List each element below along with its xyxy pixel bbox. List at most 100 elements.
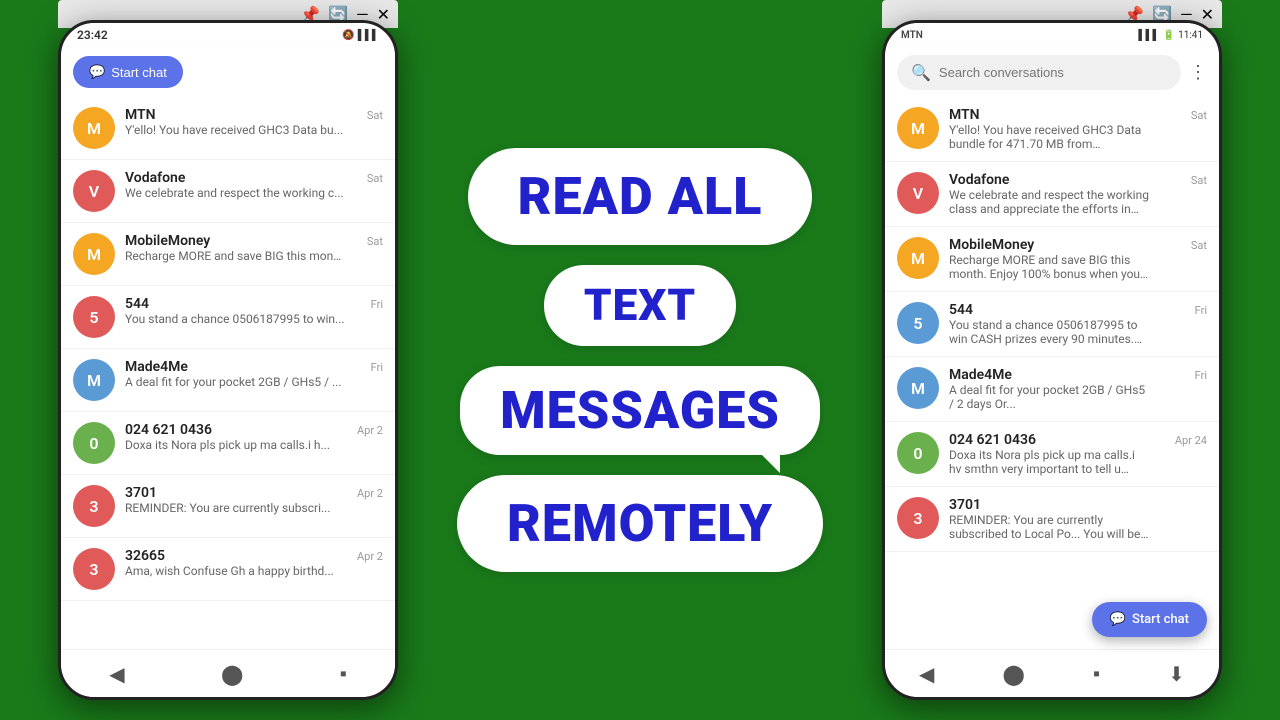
conv-preview-024-right: Doxa its Nora pls pick up ma calls.i hv …	[949, 448, 1149, 476]
conv-preview-32665-left: Ama, wish Confuse Gh a happy birthd...	[125, 564, 345, 578]
conv-name-544-left: 544	[125, 296, 149, 312]
overlay-text: TEXT	[584, 279, 696, 331]
conv-preview-mobilemoney-left: Recharge MORE and save BIG this mont...	[125, 249, 345, 263]
conv-name-mtn-right: MTN	[949, 107, 980, 123]
conv-preview-544-right: You stand a chance 0506187995 to win CAS…	[949, 318, 1149, 346]
left-phone-screen: 23:42 🔕 ▌▌▌ 💬 Start chat M MTN Sat	[61, 23, 395, 697]
left-bottom-nav: ◀ ⬤ ▪	[61, 649, 395, 697]
signal-icon: ▌▌▌	[358, 30, 379, 41]
recent-btn-right[interactable]: ▪	[1085, 653, 1108, 694]
conv-item-024-right[interactable]: 0 024 621 0436 Apr 24 Doxa its Nora pls …	[885, 422, 1219, 487]
conv-content-3701-right: 3701 REMINDER: You are currently subscri…	[949, 497, 1207, 541]
start-chat-fab[interactable]: 💬 Start chat	[1092, 602, 1207, 637]
right-phone: MTN ▌▌▌ 🔋 11:41 🔍 ⋮ M MTN Sat	[882, 20, 1222, 700]
avatar-vodafone-right: V	[897, 172, 939, 214]
conv-item-3701-left[interactable]: 3 3701 Apr 2 REMINDER: You are currently…	[61, 475, 395, 538]
chat-icon-left: 💬	[89, 64, 105, 80]
conv-name-mobilemoney-left: MobileMoney	[125, 233, 210, 249]
conv-item-mtn-right[interactable]: M MTN Sat Y'ello! You have received GHC3…	[885, 97, 1219, 162]
conv-content-3701-left: 3701 Apr 2 REMINDER: You are currently s…	[125, 485, 383, 515]
conv-preview-made4me-left: A deal fit for your pocket 2GB / GHs5 / …	[125, 375, 345, 389]
overlay-remotely: REMOTELY	[507, 493, 773, 554]
conv-item-024-left[interactable]: 0 024 621 0436 Apr 2 Doxa its Nora pls p…	[61, 412, 395, 475]
center-overlay: READ ALL TEXT MESSAGES REMOTELY	[415, 0, 865, 720]
conv-item-made4me-right[interactable]: M Made4Me Fri A deal fit for your pocket…	[885, 357, 1219, 422]
avatar-3701-right: 3	[897, 497, 939, 539]
remotely-bubble: REMOTELY	[457, 475, 823, 572]
avatar-024-right: 0	[897, 432, 939, 474]
menu-btn-right[interactable]: ⬇	[1160, 654, 1193, 694]
back-btn-left[interactable]: ◀	[101, 654, 132, 694]
overlay-messages: MESSAGES	[500, 380, 780, 441]
conv-content-024-right: 024 621 0436 Apr 24 Doxa its Nora pls pi…	[949, 432, 1207, 476]
right-conversation-list: M MTN Sat Y'ello! You have received GHC3…	[885, 97, 1219, 649]
left-phone: 23:42 🔕 ▌▌▌ 💬 Start chat M MTN Sat	[58, 20, 398, 700]
avatar-024-left: 0	[73, 422, 115, 464]
back-btn-right[interactable]: ◀	[911, 654, 942, 694]
conv-time-mtn-left: Sat	[367, 109, 383, 122]
conv-preview-vodafone-right: We celebrate and respect the working cla…	[949, 188, 1149, 216]
start-chat-button-left[interactable]: 💬 Start chat	[73, 56, 183, 88]
conv-content-32665-left: 32665 Apr 2 Ama, wish Confuse Gh a happy…	[125, 548, 383, 578]
right-bottom-nav: ◀ ⬤ ▪ ⬇	[885, 649, 1219, 697]
conv-name-mtn-left: MTN	[125, 107, 156, 123]
close-btn-right[interactable]: ✕	[1201, 5, 1214, 24]
conv-name-3701-right: 3701	[949, 497, 981, 513]
conv-time-544-left: Fri	[371, 298, 383, 311]
avatar-544-left: 5	[73, 296, 115, 338]
conv-time-vodafone-right: Sat	[1191, 174, 1207, 187]
conv-time-mtn-right: Sat	[1191, 109, 1207, 122]
search-input[interactable]	[939, 65, 1167, 80]
recent-btn-left[interactable]: ▪	[332, 653, 355, 694]
home-btn-right[interactable]: ⬤	[995, 654, 1033, 694]
speech-tail	[760, 453, 780, 473]
conv-item-32665-left[interactable]: 3 32665 Apr 2 Ama, wish Confuse Gh a hap…	[61, 538, 395, 601]
left-status-icons: 🔕 ▌▌▌	[342, 30, 379, 41]
conv-item-mobilemoney-right[interactable]: M MobileMoney Sat Recharge MORE and save…	[885, 227, 1219, 292]
conv-name-024-left: 024 621 0436	[125, 422, 212, 438]
conv-content-024-left: 024 621 0436 Apr 2 Doxa its Nora pls pic…	[125, 422, 383, 452]
conv-item-vodafone-right[interactable]: V Vodafone Sat We celebrate and respect …	[885, 162, 1219, 227]
conv-content-544-left: 544 Fri You stand a chance 0506187995 to…	[125, 296, 383, 326]
conv-preview-024-left: Doxa its Nora pls pick up ma calls.i h..…	[125, 438, 345, 452]
conv-preview-544-left: You stand a chance 0506187995 to win...	[125, 312, 345, 326]
battery-icon-right: 🔋	[1163, 30, 1175, 41]
conv-item-made4me-left[interactable]: M Made4Me Fri A deal fit for your pocket…	[61, 349, 395, 412]
avatar-mobilemoney-right: M	[897, 237, 939, 279]
search-bar[interactable]: 🔍	[897, 55, 1181, 90]
more-options-icon[interactable]: ⋮	[1189, 62, 1207, 83]
conv-time-mobilemoney-left: Sat	[367, 235, 383, 248]
close-btn[interactable]: ✕	[377, 5, 390, 24]
right-action-bar: 🔍 ⋮	[885, 47, 1219, 97]
conv-item-vodafone-left[interactable]: V Vodafone Sat We celebrate and respect …	[61, 160, 395, 223]
avatar-mobilemoney-left: M	[73, 233, 115, 275]
read-all-bubble: READ ALL	[468, 148, 813, 245]
conv-item-544-right[interactable]: 5 544 Fri You stand a chance 0506187995 …	[885, 292, 1219, 357]
conv-content-made4me-right: Made4Me Fri A deal fit for your pocket 2…	[949, 367, 1207, 411]
mute-icon: 🔕	[342, 30, 354, 41]
conv-time-mobilemoney-right: Sat	[1191, 239, 1207, 252]
home-btn-left[interactable]: ⬤	[213, 654, 251, 694]
fab-chat-icon: 💬	[1110, 612, 1126, 627]
avatar-made4me-left: M	[73, 359, 115, 401]
conv-item-mtn-left[interactable]: M MTN Sat Y'ello! You have received GHC3…	[61, 97, 395, 160]
search-icon: 🔍	[911, 63, 931, 82]
conv-item-3701-right[interactable]: 3 3701 REMINDER: You are currently subsc…	[885, 487, 1219, 552]
time-right: 11:41	[1178, 30, 1203, 41]
avatar-544-right: 5	[897, 302, 939, 344]
conv-item-544-left[interactable]: 5 544 Fri You stand a chance 0506187995 …	[61, 286, 395, 349]
conv-name-mobilemoney-right: MobileMoney	[949, 237, 1034, 253]
conv-name-vodafone-right: Vodafone	[949, 172, 1009, 188]
conv-item-mobilemoney-left[interactable]: M MobileMoney Sat Recharge MORE and save…	[61, 223, 395, 286]
messages-bubble: MESSAGES	[460, 366, 820, 455]
conv-content-made4me-left: Made4Me Fri A deal fit for your pocket 2…	[125, 359, 383, 389]
start-chat-label-right: Start chat	[1132, 612, 1189, 627]
avatar-32665-left: 3	[73, 548, 115, 590]
conv-preview-mtn-left: Y'ello! You have received GHC3 Data bu..…	[125, 123, 345, 137]
conv-time-made4me-right: Fri	[1195, 369, 1207, 382]
left-status-bar: 23:42 🔕 ▌▌▌	[61, 23, 395, 47]
conv-name-3701-left: 3701	[125, 485, 157, 501]
conv-content-544-right: 544 Fri You stand a chance 0506187995 to…	[949, 302, 1207, 346]
conv-preview-made4me-right: A deal fit for your pocket 2GB / GHs5 / …	[949, 383, 1149, 411]
right-status-bar: MTN ▌▌▌ 🔋 11:41	[885, 23, 1219, 47]
